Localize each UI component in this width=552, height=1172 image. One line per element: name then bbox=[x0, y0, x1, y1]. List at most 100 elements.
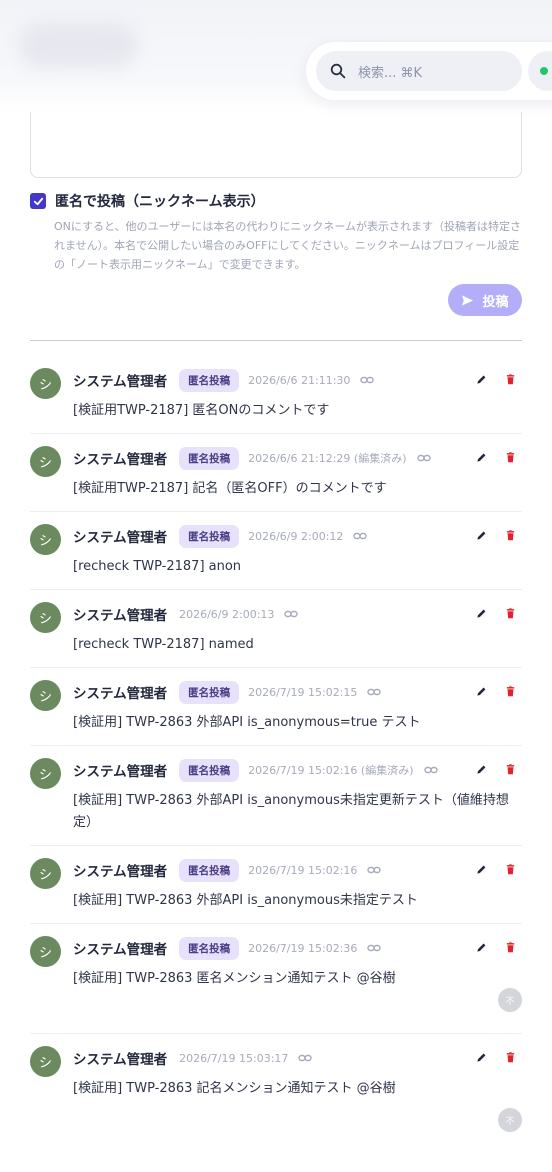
post-button-label: 投稿 bbox=[482, 294, 509, 310]
edit-icon[interactable] bbox=[476, 452, 487, 463]
comment-timestamp: 2026/6/9 2:00:13 bbox=[179, 607, 275, 621]
anonymous-checkbox[interactable] bbox=[30, 193, 46, 209]
avatar: シ bbox=[30, 858, 61, 889]
comment-item: シ システム管理者 匿名投稿 2026/6/6 21:11:30 [検証用TWP… bbox=[30, 356, 522, 434]
comment-body: [検証用] TWP-2863 記名メンション通知テスト @谷樹 bbox=[73, 1081, 396, 1096]
comment-header: システム管理者 匿名投稿 2026/7/19 15:02:36 bbox=[73, 936, 382, 960]
permalink-icon[interactable] bbox=[423, 765, 438, 775]
permalink-icon[interactable] bbox=[416, 453, 431, 463]
comment-actions bbox=[476, 608, 516, 619]
comment-header: システム管理者 匿名投稿 2026/6/6 21:12:29 (編集済み) bbox=[73, 446, 431, 470]
top-header: 検索... ⌘K bbox=[0, 0, 552, 112]
comment-actions bbox=[476, 374, 516, 385]
comment-author: システム管理者 bbox=[73, 1052, 168, 1068]
comment-header: システム管理者 匿名投稿 2026/7/19 15:02:16 (編集済み) bbox=[73, 758, 438, 782]
comment-body: [検証用] TWP-2863 外部API is_anonymous未指定更新テス… bbox=[73, 793, 509, 830]
comment-timestamp: 2026/7/19 15:02:36 bbox=[248, 941, 358, 955]
comment-author: システム管理者 bbox=[73, 530, 168, 546]
reaction-button[interactable]: 不 bbox=[498, 988, 522, 1012]
delete-icon[interactable] bbox=[505, 374, 516, 385]
delete-icon[interactable] bbox=[505, 608, 516, 619]
avatar: シ bbox=[30, 680, 61, 711]
comment-timestamp: 2026/6/6 21:12:29 (編集済み) bbox=[248, 452, 407, 465]
permalink-icon[interactable] bbox=[367, 865, 382, 875]
delete-icon[interactable] bbox=[505, 864, 516, 875]
comment-item: シ システム管理者 匿名投稿 2026/6/9 2:00:12 [recheck… bbox=[30, 512, 522, 590]
avatar: シ bbox=[30, 758, 61, 789]
comment-item: シ システム管理者 匿名投稿 2026/6/6 21:12:29 (編集済み) … bbox=[30, 434, 522, 512]
permalink-icon[interactable] bbox=[284, 609, 299, 619]
comment-actions bbox=[476, 686, 516, 697]
permalink-icon[interactable] bbox=[360, 375, 375, 385]
avatar: シ bbox=[30, 524, 61, 555]
anonymous-help-text: ONにすると、他のユーザーには本名の代わりにニックネームが表示されます（投稿者は… bbox=[54, 220, 522, 271]
anonymous-badge: 匿名投稿 bbox=[179, 936, 240, 960]
permalink-icon[interactable] bbox=[353, 531, 368, 541]
comment-timestamp: 2026/6/9 2:00:12 bbox=[248, 529, 344, 543]
post-button[interactable]: 投稿 bbox=[448, 284, 522, 316]
comment-author: システム管理者 bbox=[73, 942, 168, 958]
comment-timestamp: 2026/7/19 15:02:16 (編集済み) bbox=[248, 764, 414, 777]
comment-header: システム管理者 2026/7/19 15:03:17 bbox=[73, 1046, 313, 1070]
comment-author: システム管理者 bbox=[73, 764, 168, 780]
search-icon bbox=[330, 63, 346, 79]
comment-body: [検証用] TWP-2863 外部API is_anonymous=true テ… bbox=[73, 715, 421, 730]
blurred-logo bbox=[18, 22, 138, 68]
delete-icon[interactable] bbox=[505, 452, 516, 463]
avatar: シ bbox=[30, 446, 61, 477]
edit-icon[interactable] bbox=[476, 530, 487, 541]
comment-header: システム管理者 匿名投稿 2026/6/6 21:11:30 bbox=[73, 368, 375, 392]
delete-icon[interactable] bbox=[505, 530, 516, 541]
comment-item: シ システム管理者 2026/6/9 2:00:13 [recheck TWP-… bbox=[30, 590, 522, 668]
comment-item: シ システム管理者 2026/7/19 15:03:17 [検証用] TWP-2… bbox=[30, 1034, 522, 1154]
comment-header: システム管理者 匿名投稿 2026/7/19 15:02:15 bbox=[73, 680, 382, 704]
anonymous-badge: 匿名投稿 bbox=[179, 758, 240, 782]
header-tools: 検索... ⌘K bbox=[306, 42, 552, 100]
comment-author: システム管理者 bbox=[73, 374, 168, 390]
permalink-icon[interactable] bbox=[367, 943, 382, 953]
permalink-icon[interactable] bbox=[367, 687, 382, 697]
edit-icon[interactable] bbox=[476, 942, 487, 953]
comment-body: [検証用TWP-2187] 匿名ONのコメントです bbox=[73, 403, 330, 418]
edit-icon[interactable] bbox=[476, 764, 487, 775]
composer-divider bbox=[30, 340, 522, 341]
comment-actions bbox=[476, 764, 516, 775]
anonymous-toggle-row[interactable]: 匿名で投稿（ニックネーム表示） bbox=[30, 191, 265, 211]
comment-item: シ システム管理者 匿名投稿 2026/7/19 15:02:16 (編集済み)… bbox=[30, 746, 522, 846]
comment-timestamp: 2026/6/6 21:11:30 bbox=[248, 373, 351, 387]
comment-body: [recheck TWP-2187] named bbox=[73, 637, 254, 652]
delete-icon[interactable] bbox=[505, 686, 516, 697]
avatar: シ bbox=[30, 602, 61, 633]
edit-icon[interactable] bbox=[476, 686, 487, 697]
delete-icon[interactable] bbox=[505, 764, 516, 775]
edit-icon[interactable] bbox=[476, 374, 487, 385]
comment-author: システム管理者 bbox=[73, 686, 168, 702]
comment-actions bbox=[476, 530, 516, 541]
checkmark-icon bbox=[33, 197, 43, 205]
comment-header: システム管理者 匿名投稿 2026/6/9 2:00:12 bbox=[73, 524, 368, 548]
comment-header: システム管理者 匿名投稿 2026/7/19 15:02:16 bbox=[73, 858, 382, 882]
anonymous-badge: 匿名投稿 bbox=[179, 446, 240, 470]
edit-icon[interactable] bbox=[476, 1052, 487, 1063]
delete-icon[interactable] bbox=[505, 1052, 516, 1063]
delete-icon[interactable] bbox=[505, 942, 516, 953]
search-placeholder: 検索... ⌘K bbox=[358, 65, 423, 81]
comment-timestamp: 2026/7/19 15:02:16 bbox=[248, 863, 358, 877]
avatar: シ bbox=[30, 1046, 61, 1077]
status-indicator[interactable] bbox=[528, 51, 552, 91]
comment-body: [検証用] TWP-2863 外部API is_anonymous未指定テスト bbox=[73, 893, 418, 908]
anonymous-badge: 匿名投稿 bbox=[179, 368, 240, 392]
edit-icon[interactable] bbox=[476, 608, 487, 619]
comment-author: システム管理者 bbox=[73, 608, 168, 624]
edit-icon[interactable] bbox=[476, 864, 487, 875]
comment-item: シ システム管理者 匿名投稿 2026/7/19 15:02:15 [検証用] … bbox=[30, 668, 522, 746]
comment-author: システム管理者 bbox=[73, 864, 168, 880]
comment-item: シ システム管理者 匿名投稿 2026/7/19 15:02:36 [検証用] … bbox=[30, 924, 522, 1034]
reaction-button[interactable]: 不 bbox=[498, 1108, 522, 1132]
anonymous-label: 匿名で投稿（ニックネーム表示） bbox=[55, 194, 265, 210]
search-input[interactable]: 検索... ⌘K bbox=[316, 51, 522, 91]
comment-actions bbox=[476, 942, 516, 953]
anonymous-badge: 匿名投稿 bbox=[179, 858, 240, 882]
permalink-icon[interactable] bbox=[298, 1053, 313, 1063]
comment-body: [recheck TWP-2187] anon bbox=[73, 559, 242, 574]
